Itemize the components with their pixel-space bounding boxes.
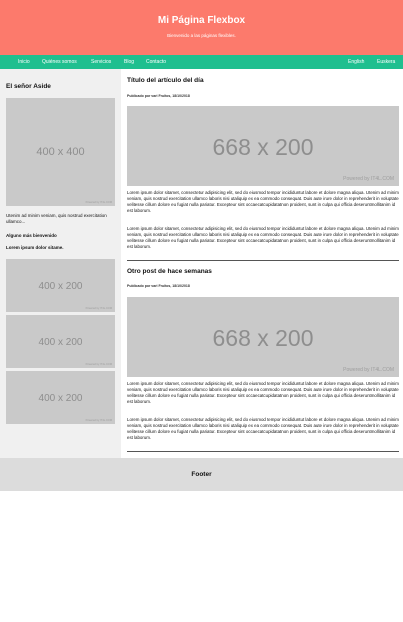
image-size-label: 400 x 200: [38, 393, 83, 404]
image-watermark: Powered by IT4L.COM: [85, 307, 112, 310]
image-size-label: 400 x 400: [36, 146, 85, 158]
site-footer: Footer: [0, 458, 403, 491]
sidebar-bold-text: Alguno más bienvenido: [6, 233, 57, 238]
sidebar-thumb-1: 400 x 200 Powered by IT4L.COM: [6, 259, 115, 312]
image-size-label: 668 x 200: [212, 134, 314, 160]
post-paragraph: Lorem ipsum dolor sitamet, consectetur a…: [127, 417, 399, 440]
post-paragraph: Lorem ipsum dolor sitamet, consectetur a…: [127, 190, 399, 213]
site-header: Mi Página Flexbox Bienvenido a las págin…: [0, 0, 403, 55]
main-nav: Inicio Quiénes somos Servicios Blog Cont…: [0, 55, 403, 69]
main-content: Título del artículo del día Publicado po…: [121, 69, 403, 458]
image-size-label: 400 x 200: [38, 281, 83, 292]
nav-link-contacto[interactable]: Contacto: [146, 55, 166, 69]
nav-link-english[interactable]: English: [348, 55, 364, 69]
post-paragraph: Lorem ipsum dolor sitamet, consectetur a…: [127, 381, 399, 404]
image-size-label: 668 x 200: [212, 325, 314, 351]
post-divider: [127, 260, 399, 261]
sidebar-thumb-3: 400 x 200 Powered by IT4L.COM: [6, 371, 115, 424]
post-meta: Publicado por vari Fruitos, 18/10/2018: [127, 284, 190, 288]
nav-link-servicios[interactable]: Servicios: [91, 55, 111, 69]
nav-link-blog[interactable]: Blog: [124, 55, 134, 69]
image-watermark: Powered by IT4L.COM: [85, 201, 112, 204]
image-watermark: Powered by IT4L.COM: [343, 176, 394, 182]
footer-label: Footer: [191, 471, 212, 478]
sidebar-lorem: Lorem ipsum dolor sitame.: [6, 245, 64, 250]
post-image: 668 x 200 Powered by IT4L.COM: [127, 297, 399, 377]
image-watermark: Powered by IT4L.COM: [85, 363, 112, 366]
nav-link-euskera[interactable]: Euskera: [377, 55, 395, 69]
nav-link-inicio[interactable]: Inicio: [18, 55, 30, 69]
post-title: Otro post de hace semanas: [127, 268, 212, 275]
post-divider: [127, 451, 399, 452]
post-image: 668 x 200 Powered by IT4L.COM: [127, 106, 399, 186]
post-title: Título del artículo del día: [127, 77, 204, 84]
post-paragraph: Lorem ipsum dolor sitamet, consectetur a…: [127, 226, 399, 249]
site-title: Mi Página Flexbox: [157, 15, 246, 26]
sidebar-main-image: 400 x 400 Powered by IT4L.COM: [6, 98, 115, 206]
sidebar-paragraph: Utenim ad minim veniam, quis nostrud exe…: [6, 213, 107, 224]
sidebar: El señor Aside 400 x 400 Powered by IT4L…: [0, 69, 121, 458]
post-meta: Publicado por vari Fruitos, 18/10/2018: [127, 94, 190, 98]
nav-link-quienes-somos[interactable]: Quiénes somos: [42, 55, 77, 69]
site-subtitle: Bienvenido a las páginas flexibles.: [167, 33, 236, 38]
image-watermark: Powered by IT4L.COM: [343, 367, 394, 373]
image-watermark: Powered by IT4L.COM: [85, 419, 112, 422]
sidebar-thumb-2: 400 x 200 Powered by IT4L.COM: [6, 315, 115, 368]
sidebar-title: El señor Aside: [6, 83, 51, 90]
image-size-label: 400 x 200: [38, 337, 83, 348]
